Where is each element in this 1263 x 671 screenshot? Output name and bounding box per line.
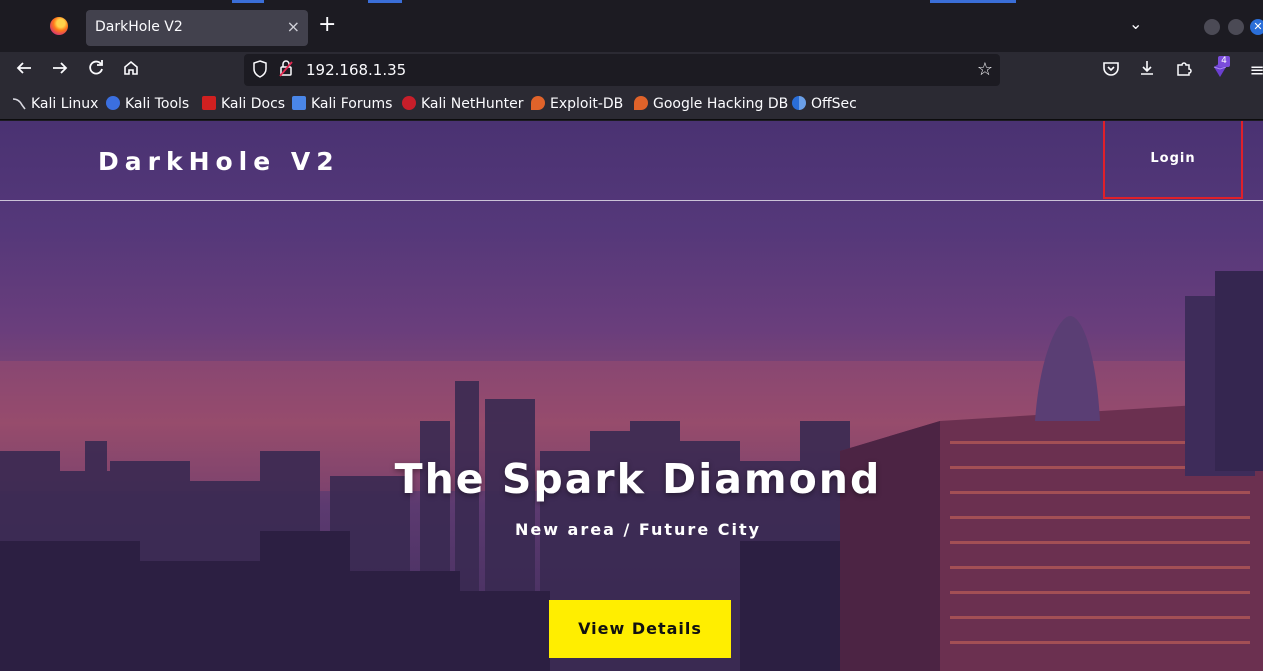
downloads-icon[interactable]	[1135, 59, 1159, 83]
address-bar[interactable]: 192.168.1.35 ☆	[244, 54, 1000, 86]
bookmark-label: Kali Docs	[221, 96, 286, 112]
kali-forums-icon	[292, 96, 306, 110]
insecure-lock-icon[interactable]	[279, 59, 293, 81]
bookmark-kali-docs[interactable]: Kali Docs	[202, 96, 285, 114]
bookmark-google-hacking-db[interactable]: Google Hacking DB	[634, 96, 788, 114]
tab-darkhole[interactable]: DarkHole V2 ×	[86, 10, 308, 46]
taskbar-indicator	[930, 0, 1016, 3]
city-skyline-background	[0, 271, 1263, 671]
back-arrow-icon[interactable]	[12, 59, 36, 83]
bookmarks-toolbar: Kali Linux Kali Tools Kali Docs Kali For…	[0, 90, 1263, 120]
reload-icon[interactable]	[84, 59, 108, 83]
bookmark-kali-linux[interactable]: Kali Linux	[12, 96, 98, 114]
ghdb-icon	[634, 96, 648, 110]
home-icon[interactable]	[119, 59, 143, 83]
url-text[interactable]: 192.168.1.35	[306, 61, 406, 79]
extensions-puzzle-icon[interactable]	[1172, 59, 1196, 83]
bookmark-label: Kali Tools	[125, 96, 190, 112]
bookmark-label: Kali NetHunter	[421, 96, 524, 112]
new-tab-button[interactable]: +	[318, 14, 336, 36]
extension-badge: 4	[1218, 56, 1230, 67]
bookmark-label: Google Hacking DB	[653, 96, 789, 112]
minimize-button[interactable]	[1204, 19, 1220, 35]
bookmark-label: Exploit-DB	[550, 96, 624, 112]
nethunter-icon	[402, 96, 416, 110]
navigation-toolbar: 192.168.1.35 ☆ 4 ≡	[0, 52, 1263, 90]
tab-close-icon[interactable]: ×	[287, 17, 300, 36]
kali-docs-icon	[202, 96, 216, 110]
bookmark-star-icon[interactable]: ☆	[977, 59, 993, 80]
menu-hamburger-icon[interactable]: ≡	[1245, 59, 1263, 83]
bookmark-label: OffSec	[811, 96, 857, 112]
web-page: DarkHole V2 Login The Spark Diamond New …	[0, 121, 1263, 671]
tracking-protection-shield-icon[interactable]	[252, 60, 268, 78]
bookmark-kali-tools[interactable]: Kali Tools	[106, 96, 189, 114]
kali-tools-icon	[106, 96, 120, 110]
close-window-button[interactable]: ✕	[1250, 19, 1263, 35]
tab-title: DarkHole V2	[95, 19, 183, 35]
hero-title: The Spark Diamond	[394, 455, 882, 503]
offsec-icon	[792, 96, 806, 110]
bookmark-exploit-db[interactable]: Exploit-DB	[531, 96, 623, 114]
taskbar-indicator	[368, 0, 402, 3]
bookmark-label: Kali Forums	[311, 96, 393, 112]
login-link[interactable]: Login	[1103, 121, 1243, 199]
hero-subtitle: New area / Future City	[514, 520, 762, 539]
site-header: DarkHole V2 Login	[0, 121, 1263, 201]
maximize-button[interactable]	[1228, 19, 1244, 35]
bookmark-kali-forums[interactable]: Kali Forums	[292, 96, 392, 114]
forward-arrow-icon[interactable]	[48, 59, 72, 83]
pocket-icon[interactable]	[1099, 59, 1123, 83]
taskbar-indicator	[232, 0, 264, 3]
firefox-icon[interactable]	[50, 17, 68, 35]
tab-strip: DarkHole V2 × + ⌄ ✕	[0, 0, 1263, 52]
bookmark-offsec[interactable]: OffSec	[792, 96, 857, 114]
kali-icon	[12, 96, 26, 110]
bookmark-label: Kali Linux	[31, 96, 99, 112]
view-details-button[interactable]: View Details	[549, 600, 731, 658]
exploit-db-icon	[531, 96, 545, 110]
list-tabs-chevron-icon[interactable]: ⌄	[1129, 14, 1142, 33]
site-brand[interactable]: DarkHole V2	[98, 147, 340, 176]
bookmark-kali-nethunter[interactable]: Kali NetHunter	[402, 96, 523, 114]
